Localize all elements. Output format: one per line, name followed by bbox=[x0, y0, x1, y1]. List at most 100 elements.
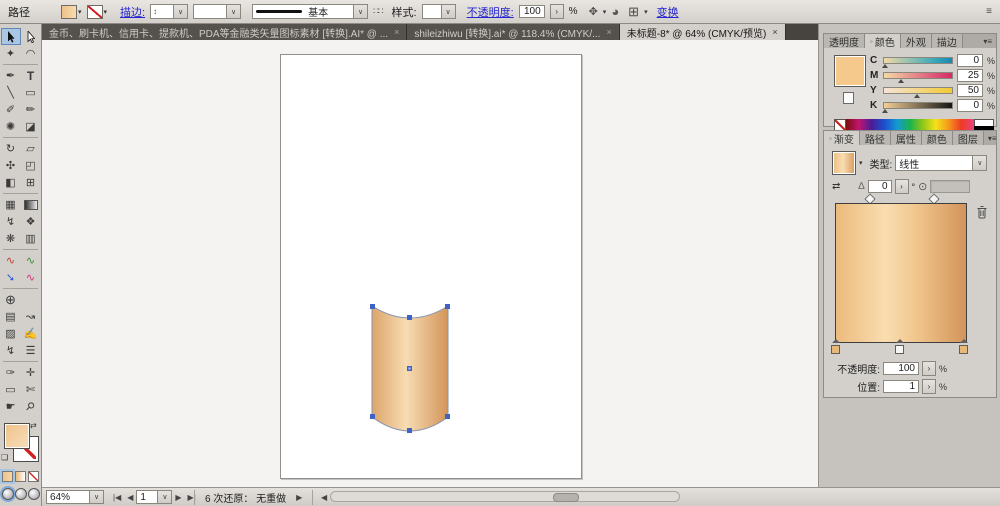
color-fill-swatch[interactable] bbox=[834, 55, 866, 87]
slider-marker[interactable] bbox=[882, 109, 889, 113]
lasso-tool-icon[interactable]: ◠ bbox=[21, 45, 41, 62]
spiral-tool-icon[interactable]: ∿ bbox=[21, 252, 41, 269]
eyedropper-tool-icon[interactable]: ↯ bbox=[1, 213, 21, 230]
reference-point-icon[interactable]: ⊞ bbox=[628, 4, 639, 20]
artboard-tool-icon[interactable]: ⊕ bbox=[1, 291, 21, 308]
transform-panel-link[interactable]: 变换 bbox=[657, 4, 679, 20]
perspective-grid-tool-icon[interactable]: ⊞ bbox=[21, 174, 41, 191]
stroke-color-swatch[interactable] bbox=[86, 4, 103, 19]
scroll-left-icon[interactable]: ◀ bbox=[318, 490, 330, 504]
eyedropper-alt-tool-icon[interactable]: ✑ bbox=[1, 364, 21, 381]
stroke-dropdown-icon[interactable]: ▾ bbox=[104, 8, 108, 16]
channel-value-y[interactable]: 50 bbox=[957, 84, 983, 97]
rectangle-tool-icon[interactable]: ▭ bbox=[21, 84, 41, 101]
gradient-preset-dropdown-icon[interactable]: ▾ bbox=[859, 159, 863, 167]
frame-tool-icon[interactable]: ▭ bbox=[1, 381, 21, 398]
reverse-gradient-icon[interactable]: ⇄ bbox=[832, 182, 840, 192]
blob-brush-tool-icon[interactable]: ✺ bbox=[1, 118, 21, 135]
channel-slider-k[interactable] bbox=[882, 102, 953, 113]
magic-wand-tool-icon[interactable]: ✦ bbox=[1, 45, 21, 62]
direct-selection-tool-icon[interactable] bbox=[21, 28, 41, 45]
gradient-annotator-icon[interactable]: ⊙ bbox=[918, 180, 927, 193]
default-fill-stroke-icon[interactable]: ❏ bbox=[1, 453, 8, 462]
channel-slider-m[interactable] bbox=[883, 72, 953, 83]
status-readout[interactable]: 6 次还原： 无重做 ▶ bbox=[194, 490, 314, 505]
shape-builder-tool-icon[interactable]: ◧ bbox=[1, 174, 21, 191]
gradient-preset-swatch[interactable] bbox=[832, 151, 856, 175]
horizontal-scrollbar[interactable] bbox=[330, 491, 680, 502]
angle-spinner-icon[interactable]: › bbox=[894, 179, 909, 194]
anchor-bottom-left[interactable] bbox=[370, 414, 375, 419]
width-tool-icon[interactable]: ✣ bbox=[1, 157, 21, 174]
color-stroke-proxy[interactable] bbox=[843, 92, 854, 104]
zoom-tool-icon[interactable]: ⚲ bbox=[21, 398, 41, 415]
stroke-weight-combo[interactable]: ↕ ∨ bbox=[150, 4, 189, 19]
sketch-tool-icon[interactable]: ✍ bbox=[21, 325, 41, 342]
style-combo[interactable]: ∨ bbox=[421, 4, 456, 19]
eraser-tool-icon[interactable]: ◪ bbox=[21, 118, 41, 135]
stop-opacity-field[interactable]: 100 bbox=[883, 362, 919, 375]
gradient-ramp[interactable] bbox=[835, 203, 967, 343]
color-button[interactable] bbox=[0, 469, 15, 484]
selection-tool-icon[interactable] bbox=[0, 28, 21, 45]
channel-value-c[interactable]: 0 bbox=[957, 54, 983, 67]
gradient-button[interactable] bbox=[15, 471, 26, 482]
arc-tool-icon[interactable]: ∿ bbox=[1, 252, 21, 269]
fill-dropdown-icon[interactable]: ▾ bbox=[78, 8, 82, 16]
color-panel-menu-icon[interactable]: ▾≡ bbox=[979, 34, 996, 48]
hand-tool-icon[interactable]: ☛ bbox=[1, 398, 21, 415]
gradient-stop-right[interactable] bbox=[959, 339, 968, 354]
anchor-top-left[interactable] bbox=[370, 304, 375, 309]
tab-color2[interactable]: 颜色 bbox=[921, 131, 953, 146]
slider-marker[interactable] bbox=[898, 79, 904, 83]
document-tab[interactable]: 金币、刷卡机、信用卡、提款机、PDA等金融类矢量图标素材 [转换].AI* @ … bbox=[42, 24, 408, 40]
gradient-type-dropdown-icon[interactable]: ∨ bbox=[972, 156, 987, 170]
select-similar-icon[interactable]: ✥ bbox=[589, 5, 598, 18]
tab-attributes[interactable]: 属性 bbox=[890, 131, 922, 146]
slice-tool-icon[interactable]: ▤ bbox=[1, 308, 21, 325]
zoom-dropdown-icon[interactable]: ∨ bbox=[89, 491, 103, 503]
tab-color[interactable]: ◦ 颜色 bbox=[865, 34, 901, 49]
close-icon[interactable]: × bbox=[606, 27, 611, 37]
page-dropdown-icon[interactable]: ∨ bbox=[157, 491, 172, 503]
gradient-stop-middle[interactable] bbox=[895, 339, 904, 354]
opacity-field[interactable]: 100 bbox=[518, 5, 545, 18]
brush-definition-combo[interactable]: 基本 ∨ bbox=[252, 4, 369, 19]
anchor-top-mid[interactable] bbox=[407, 315, 412, 320]
tab-stroke[interactable]: 描边 bbox=[931, 34, 963, 49]
tab-pathfinder[interactable]: 路径 bbox=[859, 131, 891, 146]
slider-marker[interactable] bbox=[882, 64, 889, 68]
graph-tool-icon[interactable]: ▨ bbox=[1, 325, 21, 342]
stop-location-spinner-icon[interactable]: › bbox=[922, 379, 936, 394]
previous-page-icon[interactable]: ◀ bbox=[124, 493, 136, 502]
tab-transparency[interactable]: 透明度 bbox=[824, 34, 865, 49]
document-tab-active[interactable]: 未标题-8* @ 64% (CMYK/预览) × bbox=[619, 24, 786, 40]
slice-selection-tool-icon[interactable]: ↝ bbox=[21, 308, 41, 325]
type-tool-icon[interactable]: T bbox=[21, 67, 41, 84]
tab-appearance[interactable]: 外观 bbox=[900, 34, 932, 49]
line-segment-tool-icon[interactable]: ╲ bbox=[1, 84, 21, 101]
horizontal-scrollbar-thumb[interactable] bbox=[553, 493, 579, 502]
reference-point-dropdown-icon[interactable]: ▾ bbox=[644, 8, 648, 16]
opacity-panel-link[interactable]: 不透明度: bbox=[467, 4, 514, 20]
gradient-angle-field[interactable]: 0 bbox=[867, 180, 892, 193]
stop-location-field[interactable]: 1 bbox=[883, 380, 919, 393]
close-icon[interactable]: × bbox=[394, 27, 399, 37]
swap-fill-stroke-icon[interactable]: ⇄ bbox=[30, 421, 37, 430]
channel-value-m[interactable]: 25 bbox=[957, 69, 983, 82]
next-page-icon[interactable]: ▶ bbox=[172, 493, 184, 502]
tab-gradient[interactable]: ◦ 渐变 bbox=[824, 131, 860, 146]
width-profile-combo[interactable]: ∨ bbox=[193, 4, 242, 19]
stop-opacity-spinner-icon[interactable]: › bbox=[922, 361, 936, 376]
knife-tool-icon[interactable]: ✄ bbox=[21, 381, 41, 398]
anchor-top-right[interactable] bbox=[445, 304, 450, 309]
gradient-type-combo[interactable]: 线性 ∨ bbox=[895, 155, 988, 171]
mesh-tool-icon[interactable]: ▦ bbox=[1, 196, 21, 213]
anchor-bottom-right[interactable] bbox=[445, 414, 450, 419]
style-dropdown-icon[interactable]: ∨ bbox=[440, 5, 455, 18]
width-profile-dropdown-icon[interactable]: ∨ bbox=[226, 5, 241, 18]
stroke-weight-spinner-icon[interactable]: ↕ bbox=[151, 7, 159, 16]
selected-cylinder-shape[interactable] bbox=[369, 301, 451, 437]
channel-slider-c[interactable] bbox=[882, 57, 953, 68]
gradient-tool-icon[interactable] bbox=[21, 196, 41, 213]
